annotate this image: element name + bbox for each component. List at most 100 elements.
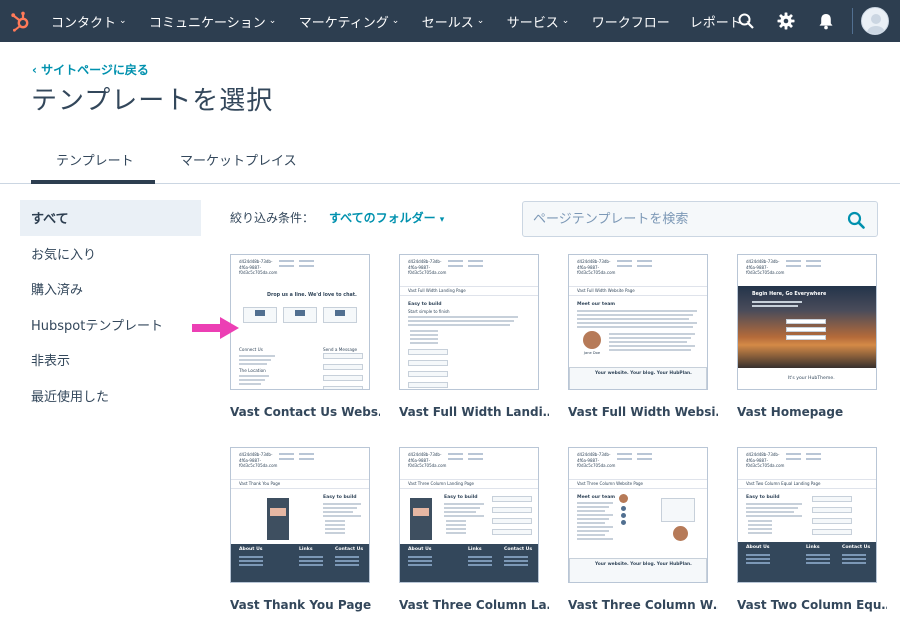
- bell-icon[interactable]: [806, 0, 846, 42]
- thumb-text-line: [444, 515, 484, 517]
- thumb-site-id: d424d48b-73db-4f6a-9887-f0d3c5c705da.com: [577, 259, 616, 275]
- search-icon[interactable]: [847, 211, 865, 229]
- thumb-footer-line: [504, 556, 528, 558]
- thumb-social-dot: [621, 520, 626, 525]
- thumb-text-line: [577, 326, 693, 328]
- chevron-down-icon: ⌄: [391, 16, 400, 26]
- page-title: テンプレートを選択: [31, 86, 274, 116]
- template-search: [522, 201, 878, 237]
- tab-templates[interactable]: テンプレート: [56, 150, 134, 169]
- gear-icon[interactable]: [766, 0, 806, 42]
- search-icon[interactable]: [726, 0, 766, 42]
- thumb-footer-line: [842, 554, 866, 556]
- template-name: Vast Homepage: [737, 405, 844, 419]
- nav-item[interactable]: サービス ⌄: [496, 0, 581, 42]
- thumb-nav-link: [468, 265, 483, 267]
- template-card[interactable]: d424d48b-73db-4f6a-9887-f0d3c5c705da.com…: [230, 447, 380, 612]
- thumb-footer-line: [842, 558, 866, 560]
- sidebar-item[interactable]: 購入済み: [20, 271, 201, 307]
- template-thumbnail: d424d48b-73db-4f6a-9887-f0d3c5c705da.com…: [737, 254, 877, 390]
- thumb-text-line: [577, 318, 689, 320]
- sidebar-item[interactable]: Hubspotテンプレート: [20, 307, 201, 343]
- template-card[interactable]: d424d48b-73db-4f6a-9887-f0d3c5c705da.com…: [399, 447, 549, 612]
- thumb-text: Easy to build: [746, 495, 780, 500]
- thumb-footer-line: [806, 558, 830, 560]
- thumb-site-id: d424d48b-73db-4f6a-9887-f0d3c5c705da.com: [239, 259, 278, 275]
- thumb-form-field: [812, 529, 852, 535]
- nav-item-label: コミュニケーション: [149, 15, 266, 31]
- thumb-site-id: d424d48b-73db-4f6a-9887-f0d3c5c705da.com: [239, 452, 278, 468]
- sidebar-item[interactable]: 非表示: [20, 342, 201, 378]
- nav-utilities: [726, 0, 900, 42]
- nav-item-label: ワークフロー: [591, 15, 670, 31]
- thumb-team-photo: [583, 331, 601, 349]
- thumb-text: Drop us a line. We'd love to chat.: [267, 293, 357, 298]
- thumb-nav-links: [617, 453, 687, 465]
- thumb-text-line: [577, 538, 613, 540]
- thumb-form-field: [408, 360, 448, 366]
- template-search-input[interactable]: [523, 202, 833, 236]
- thumb-form-field: [812, 496, 852, 502]
- thumb-text-line: [746, 507, 798, 509]
- hubspot-logo-icon[interactable]: [0, 0, 40, 42]
- sidebar-item[interactable]: 最近使用した: [20, 378, 201, 414]
- thumb-team-photo: [673, 526, 688, 541]
- thumb-text: Meet our team: [577, 495, 616, 500]
- thumb-text-line: [239, 363, 267, 365]
- thumb-form-field: [408, 349, 448, 355]
- thumb-footer-line: [239, 560, 263, 562]
- template-card[interactable]: d424d48b-73db-4f6a-9887-f0d3c5c705da.com…: [399, 254, 549, 419]
- template-name: Vast Contact Us Webs…: [230, 405, 380, 419]
- thumb-text-line: [577, 310, 697, 312]
- thumb-footer-line: [746, 554, 770, 556]
- thumb-nav-link: [468, 453, 483, 455]
- thumb-check-line: [410, 342, 438, 344]
- thumb-text: Easy to build: [323, 495, 357, 500]
- thumb-footer-line: [239, 564, 263, 566]
- annotation-arrow-icon: [192, 317, 239, 339]
- template-thumbnail: d424d48b-73db-4f6a-9887-f0d3c5c705da.com…: [568, 254, 708, 390]
- thumb-text-line: [577, 530, 609, 532]
- nav-item[interactable]: セールス ⌄: [411, 0, 496, 42]
- thumb-check-line: [748, 528, 772, 530]
- thumb-text-line: [577, 510, 605, 512]
- template-name: Vast Thank You Page: [230, 598, 372, 612]
- thumb-check-line: [446, 520, 466, 522]
- nav-item[interactable]: ワークフロー: [581, 0, 679, 42]
- user-avatar[interactable]: [861, 7, 889, 35]
- thumb-nav-link: [448, 458, 463, 460]
- thumb-nav-link: [617, 260, 632, 262]
- thumb-text-line: [239, 355, 275, 357]
- chevron-down-icon: ⌄: [561, 16, 570, 26]
- active-tab-indicator: [31, 180, 155, 184]
- nav-item[interactable]: コミュニケーション ⌄: [138, 0, 288, 42]
- nav-item[interactable]: マーケティング ⌄: [288, 0, 411, 42]
- back-to-site-pages-link[interactable]: ‹ サイトページに戻る: [32, 61, 149, 78]
- thumb-text: The Location: [239, 368, 266, 373]
- folder-filter-dropdown[interactable]: すべてのフォルダー ▾: [329, 209, 444, 226]
- thumb-form-field: [323, 364, 363, 370]
- template-card[interactable]: d424d48b-73db-4f6a-9887-f0d3c5c705da.com…: [737, 447, 887, 612]
- thumb-nav-link: [279, 260, 294, 262]
- thumb-text: Your website. Your blog. Your HubPlan.: [595, 371, 692, 376]
- thumb-footer-line: [408, 564, 432, 566]
- nav-item[interactable]: コンタクト ⌄: [40, 0, 138, 42]
- template-name: Vast Full Width Landi…: [399, 405, 549, 419]
- sidebar-item[interactable]: すべて: [20, 200, 201, 236]
- thumb-nav-link: [806, 453, 821, 455]
- tab-marketplace[interactable]: マーケットプレイス: [180, 150, 297, 169]
- thumb-check-line: [748, 520, 772, 522]
- template-name: Vast Full Width Websi…: [568, 405, 718, 419]
- thumb-form-field: [323, 353, 363, 359]
- template-card[interactable]: d424d48b-73db-4f6a-9887-f0d3c5c705da.com…: [568, 254, 718, 419]
- template-card[interactable]: d424d48b-73db-4f6a-9887-f0d3c5c705da.com…: [737, 254, 887, 419]
- thumb-check-line: [325, 532, 345, 534]
- thumb-text-line: [323, 507, 357, 509]
- template-card[interactable]: d424d48b-73db-4f6a-9887-f0d3c5c705da.com…: [568, 447, 718, 612]
- sidebar-item[interactable]: お気に入り: [20, 236, 201, 272]
- thumb-form-field: [492, 507, 532, 513]
- template-card[interactable]: d424d48b-73db-4f6a-9887-f0d3c5c705da.com…: [230, 254, 380, 419]
- filter-sidebar: すべて お気に入り 購入済み Hubspotテンプレート 非表示 最近使用した: [20, 200, 201, 413]
- thumb-check-line: [446, 532, 466, 534]
- thumb-text-line: [444, 507, 480, 509]
